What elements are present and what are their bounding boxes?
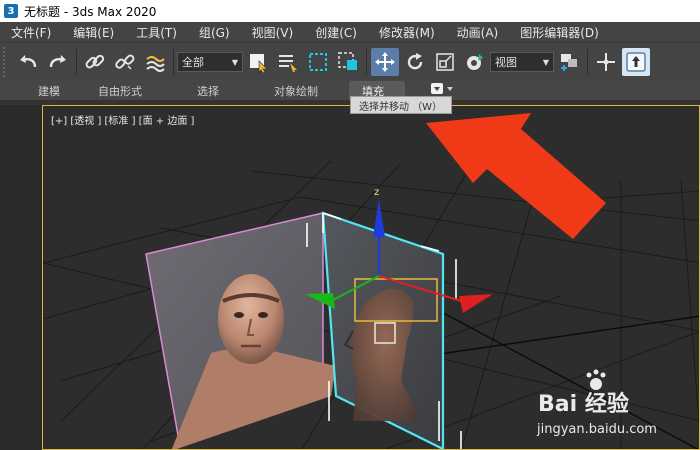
select-by-name-icon (279, 55, 297, 72)
window-crossing-button[interactable] (334, 48, 362, 76)
title-bar: 3 无标题 - 3ds Max 2020 (0, 0, 700, 22)
select-and-move-button[interactable] (371, 48, 399, 76)
watermark-brand: Bai 经验 (538, 391, 629, 417)
move-tooltip: 选择并移动 （W） (350, 96, 452, 114)
move-icon (375, 52, 395, 72)
tab-modeling[interactable]: 建模 (38, 83, 60, 99)
space-warp-icon (146, 56, 165, 72)
keyboard-shortcut-override-button[interactable] (622, 48, 650, 76)
pivot-center-button[interactable] (555, 48, 583, 76)
selection-filter-dropdown[interactable]: 全部 ▼ (177, 52, 243, 72)
axis-x-cone[interactable] (459, 294, 493, 313)
reference-coordinate-value: 视图 (495, 56, 517, 69)
window-crossing-icon (338, 52, 357, 70)
menu-views[interactable]: 视图(V) (241, 24, 305, 41)
select-and-manipulate-button[interactable] (592, 48, 620, 76)
ribbon-options-icon (431, 83, 453, 94)
redo-icon (49, 55, 66, 68)
redo-button[interactable] (44, 48, 72, 76)
watermark-url: jingyan.baidu.com (536, 422, 657, 437)
link-button[interactable] (81, 48, 109, 76)
toolbar-separator (76, 49, 77, 75)
link-icon (85, 54, 105, 69)
menu-create[interactable]: 创建(C) (304, 24, 368, 41)
left-panel-strip (0, 105, 42, 450)
rotate-icon (407, 53, 423, 70)
keyboard-override-icon (626, 52, 646, 72)
menu-file[interactable]: 文件(F) (0, 24, 62, 41)
undo-button[interactable] (14, 48, 42, 76)
select-by-name-button[interactable] (274, 48, 302, 76)
tab-object-paint[interactable]: 对象绘制 (274, 83, 318, 99)
menu-graph-editors[interactable]: 图形编辑器(D) (509, 24, 610, 41)
menu-group[interactable]: 组(G) (188, 24, 241, 41)
toolbar-grip[interactable] (3, 47, 9, 77)
menu-modifiers[interactable]: 修改器(M) (368, 24, 446, 41)
perspective-viewport[interactable]: z Bai 经验 jingyan.baidu.com [+] [透视 ] [标准… (42, 105, 700, 450)
viewport-label[interactable]: [+] [透视 ] [标准 ] [面 + 边面 ] (51, 112, 194, 127)
main-toolbar: 全部 ▼ 视图 ▼ (0, 42, 700, 81)
place-icon (467, 54, 483, 70)
axis-z-cone[interactable] (373, 199, 385, 237)
chevron-down-icon: ▼ (542, 57, 549, 67)
place-object-button[interactable] (461, 48, 489, 76)
menu-tools[interactable]: 工具(T) (125, 24, 188, 41)
manipulate-icon (597, 53, 615, 71)
toolbar-separator (366, 49, 367, 75)
axis-z-label: z (374, 187, 379, 198)
window-title: 无标题 - 3ds Max 2020 (24, 4, 157, 19)
toolbar-separator (173, 49, 174, 75)
app-logo-icon: 3 (4, 4, 18, 18)
rectangular-region-icon (309, 53, 327, 71)
toolbar-separator (587, 49, 588, 75)
menu-animation[interactable]: 动画(A) (446, 24, 510, 41)
unlink-icon (115, 54, 135, 70)
undo-icon (20, 55, 37, 68)
baidu-watermark: Bai 经验 jingyan.baidu.com (536, 369, 657, 437)
unlink-button[interactable] (111, 48, 139, 76)
scale-icon (436, 53, 454, 71)
select-object-icon (250, 54, 268, 73)
paw-icon (590, 378, 602, 390)
pivot-center-icon (561, 54, 577, 71)
viewport-scene: z Bai 经验 jingyan.baidu.com (43, 113, 699, 449)
select-and-rotate-button[interactable] (401, 48, 429, 76)
menu-bar: 文件(F) 编辑(E) 工具(T) 组(G) 视图(V) 创建(C) 修改器(M… (0, 22, 700, 42)
tab-freeform[interactable]: 自由形式 (98, 83, 142, 99)
reference-coordinate-dropdown[interactable]: 视图 ▼ (490, 52, 554, 72)
pointer-arrow-annotation (426, 113, 606, 239)
bind-space-warp-button[interactable] (141, 48, 169, 76)
select-object-button[interactable] (244, 48, 272, 76)
selection-filter-value: 全部 (182, 56, 204, 69)
rectangular-region-button[interactable] (304, 48, 332, 76)
chevron-down-icon: ▼ (231, 57, 238, 67)
menu-edit[interactable]: 编辑(E) (62, 24, 125, 41)
tab-selection[interactable]: 选择 (197, 83, 219, 99)
select-and-scale-button[interactable] (431, 48, 459, 76)
